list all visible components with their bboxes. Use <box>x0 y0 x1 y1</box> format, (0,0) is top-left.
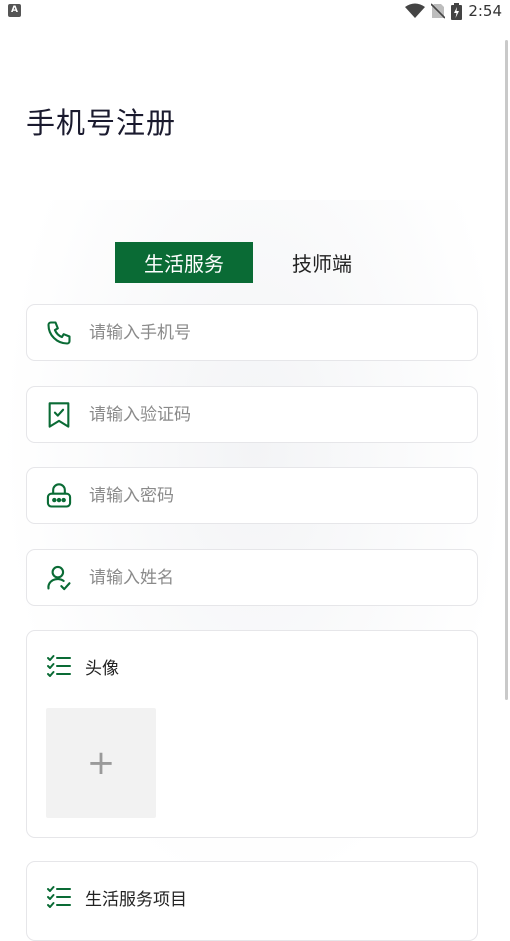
avatar-card-header: 头像 <box>27 631 477 701</box>
tab-technician[interactable]: 技师端 <box>253 242 391 283</box>
phone-field[interactable] <box>26 304 478 361</box>
plus-icon: + <box>86 743 116 783</box>
avatar-label: 头像 <box>85 658 119 679</box>
status-bar: A 2:54 <box>0 0 510 22</box>
service-items-label: 生活服务项目 <box>85 889 187 910</box>
status-icons: 2:54 <box>405 2 502 20</box>
battery-charging-icon <box>451 2 463 20</box>
tab-life-service[interactable]: 生活服务 <box>115 242 253 283</box>
shield-check-icon <box>45 401 73 429</box>
tab-bar: 生活服务 技师端 <box>115 242 391 283</box>
name-input[interactable] <box>89 567 419 588</box>
app-notification-icon: A <box>8 4 21 17</box>
phone-input[interactable] <box>89 322 419 343</box>
service-items-card: 生活服务项目 <box>26 861 478 941</box>
checklist-icon <box>45 652 73 680</box>
scrollbar[interactable] <box>505 40 508 700</box>
lock-icon <box>45 482 73 510</box>
password-input[interactable] <box>89 485 419 506</box>
wifi-icon <box>405 3 426 18</box>
name-field[interactable] <box>26 549 478 606</box>
verification-code-field[interactable] <box>26 386 478 443</box>
avatar-upload-button[interactable]: + <box>46 708 156 818</box>
verification-code-input[interactable] <box>89 404 419 425</box>
status-time: 2:54 <box>468 2 502 20</box>
password-field[interactable] <box>26 467 478 524</box>
checklist-icon <box>45 883 73 911</box>
service-card-header: 生活服务项目 <box>27 862 477 932</box>
no-sim-icon <box>431 3 446 19</box>
phone-icon <box>45 319 73 347</box>
user-check-icon <box>45 564 73 592</box>
page-title: 手机号注册 <box>26 106 177 140</box>
avatar-card: 头像 + <box>26 630 478 838</box>
